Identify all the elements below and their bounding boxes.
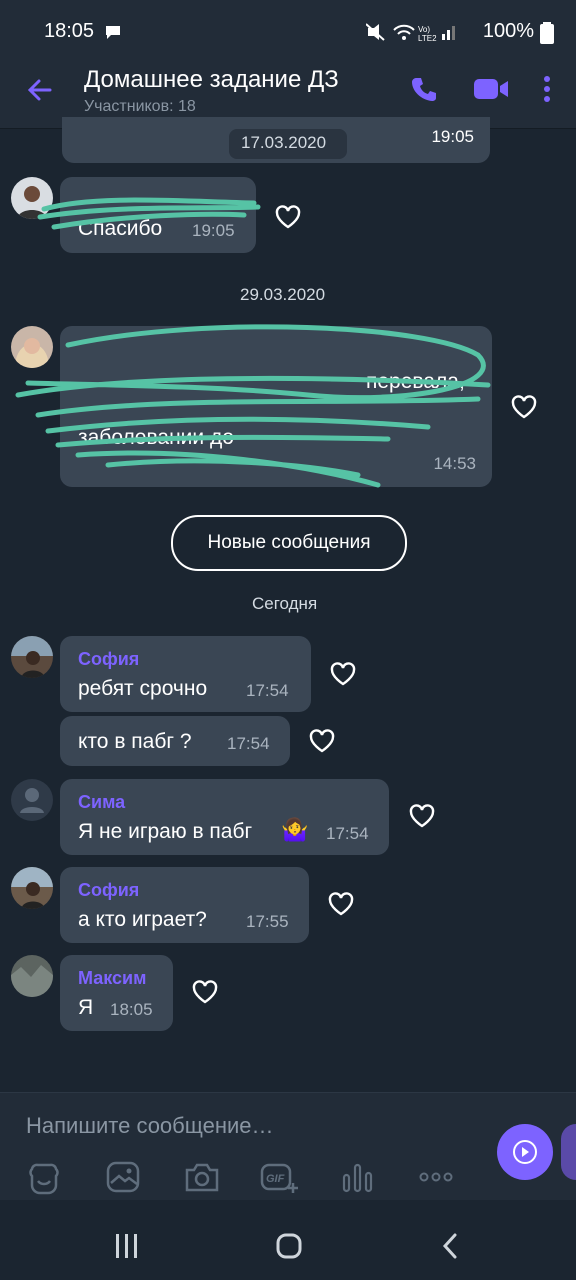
send-button[interactable] [497,1124,553,1180]
heart-icon[interactable] [510,393,538,421]
redaction-scribble [37,197,261,230]
sender-name[interactable]: Максим [78,968,146,989]
heart-icon[interactable] [329,660,357,688]
message-time: 19:05 [431,127,474,146]
video-icon[interactable] [472,76,510,102]
back-nav-icon[interactable] [440,1232,460,1260]
heart-icon[interactable] [408,802,436,830]
home-icon[interactable] [275,1232,303,1260]
recent-apps-icon[interactable] [114,1234,140,1258]
sender-name[interactable]: София [78,880,139,901]
avatar[interactable] [11,867,53,909]
battery-icon [540,22,554,44]
navigation-bar [0,1200,576,1280]
sender-name[interactable]: София [78,649,139,670]
message-time: 17:54 [246,681,289,700]
send-icon [513,1140,537,1164]
sender-name[interactable]: Сима [78,792,125,813]
date-separator: 29.03.2020 [240,285,326,304]
heart-icon[interactable] [191,978,219,1006]
chat-title[interactable]: Домашнее задание ДЗ [84,66,339,94]
status-icons: Vo) LTE2 [366,23,455,42]
date-separator: Сегодня [252,594,318,613]
message-bubble[interactable]: София ребят срочно 17:54 [60,636,311,712]
message-text: Я [78,996,94,1019]
message-input[interactable]: Напишите сообщение… [26,1113,274,1139]
new-messages-button[interactable]: Новые сообщения [171,515,407,571]
gallery-icon[interactable] [103,1157,143,1197]
avatar[interactable] [11,955,53,997]
status-bar: 18:05 Vo) LTE2 100% [0,0,576,62]
composer: Напишите сообщение… GIF [0,1092,576,1201]
heart-icon[interactable] [308,727,336,755]
message-text: а кто играет? [78,908,207,931]
message-bubble[interactable]: Максим Я 18:05 [60,955,173,1031]
more-horizontal-icon[interactable] [416,1157,456,1197]
message-time: 18:05 [110,1000,153,1019]
gif-icon[interactable]: GIF [259,1157,299,1197]
back-arrow-icon[interactable] [26,76,54,104]
svg-text:GIF: GIF [266,1173,285,1185]
message-time: 17:54 [326,824,369,843]
status-time: 18:05 [44,20,95,42]
message-bubble[interactable]: София а кто играет? 17:55 [60,867,309,943]
redaction-scribble [15,324,491,488]
message-text: ребят срочно [78,677,208,700]
message-text: Я не играю в пабг [78,820,253,843]
heart-icon[interactable] [274,203,302,231]
sticker-icon[interactable] [24,1157,64,1197]
more-icon[interactable] [540,74,554,104]
voice-icon[interactable] [338,1157,378,1197]
extra-action-button[interactable] [561,1124,576,1180]
chat-notification-icon [106,26,120,39]
date-pill: 17.03.2020 [229,129,347,159]
camera-icon[interactable] [182,1157,222,1197]
avatar[interactable] [11,779,53,821]
shrug-emoji: 🤷‍♀️ [281,817,309,842]
message-text: кто в пабг ? [78,730,192,753]
heart-icon[interactable] [327,890,355,918]
avatar[interactable] [11,636,53,678]
chat-area[interactable]: 19:05 17.03.2020 Спасибо 19:05 29.03.202… [0,117,576,1092]
message-time: 17:54 [227,734,270,753]
message-time: 17:55 [246,912,289,931]
participants-count: Участников: 18 [84,98,196,115]
battery-text: 100% [482,20,534,42]
svg-text:LTE2: LTE2 [418,34,437,42]
svg-text:Vo): Vo) [418,25,430,34]
phone-icon[interactable] [410,76,436,102]
message-bubble[interactable]: Сима Я не играю в пабг 🤷‍♀️ 17:54 [60,779,389,855]
message-bubble[interactable]: кто в пабг ? 17:54 [60,716,290,766]
